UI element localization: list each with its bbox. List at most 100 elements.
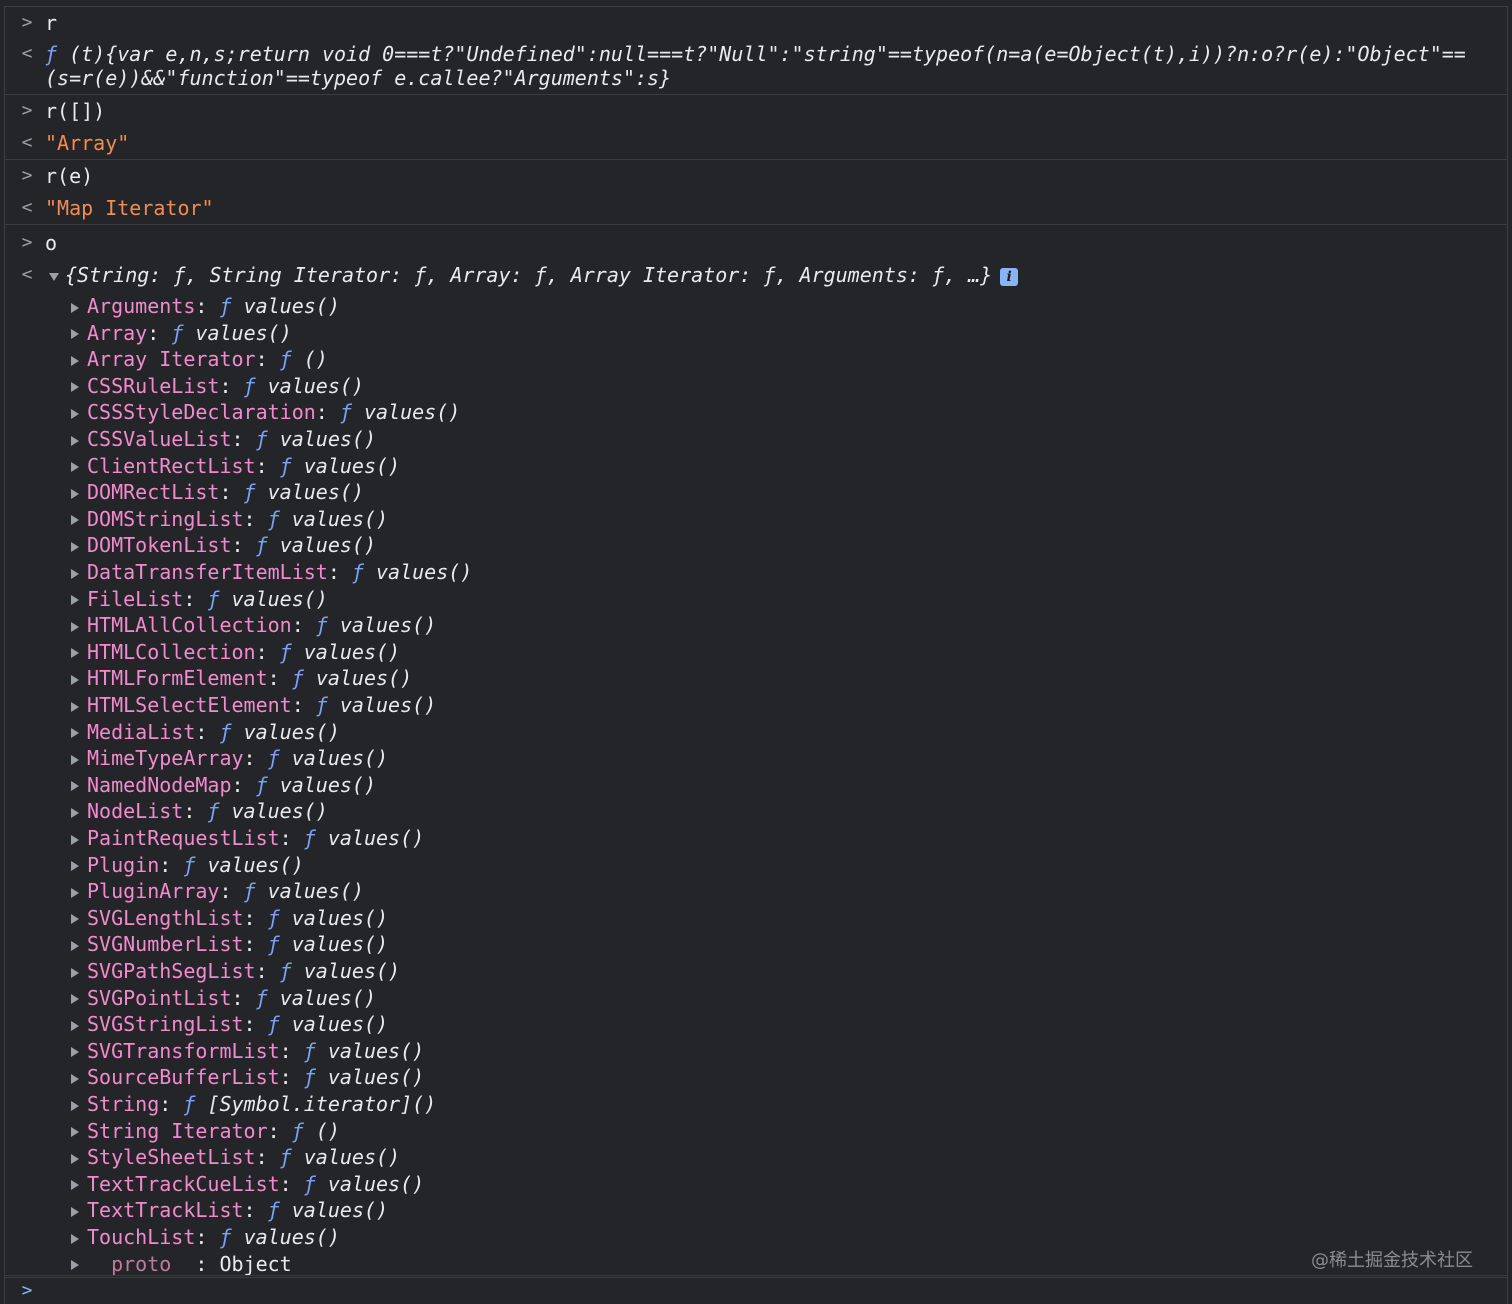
triangle-right-icon[interactable] [71, 541, 79, 552]
triangle-right-icon[interactable] [71, 1100, 79, 1111]
console-input-text[interactable]: o [45, 227, 57, 259]
property-row[interactable]: TextTrackList: ƒ values() [71, 1197, 388, 1224]
triangle-right-icon[interactable] [71, 754, 79, 765]
property-key: CSSValueList [87, 427, 232, 451]
function-name: () [303, 347, 328, 372]
property-row[interactable]: HTMLCollection: ƒ values() [71, 639, 400, 666]
property-row[interactable]: DOMStringList: ƒ values() [71, 506, 388, 533]
proto-row[interactable]: __proto__: Object [71, 1251, 292, 1278]
triangle-right-icon[interactable] [71, 834, 79, 845]
object-summary-line: < {String: ƒ, String Iterator: ƒ, Array:… [5, 259, 1507, 291]
property-row[interactable]: DOMTokenList: ƒ values() [71, 532, 376, 559]
property-row[interactable]: MediaList: ƒ values() [71, 719, 340, 746]
console-input-line: > r(e) [5, 160, 1507, 192]
triangle-right-icon[interactable] [71, 329, 79, 340]
property-row[interactable]: SVGTransformList: ƒ values() [71, 1038, 424, 1065]
triangle-right-icon[interactable] [71, 595, 79, 606]
property-row[interactable]: NodeList: ƒ values() [71, 798, 328, 825]
property-row[interactable]: String Iterator: ƒ () [71, 1118, 340, 1145]
property-row[interactable]: CSSRuleList: ƒ values() [71, 373, 364, 400]
property-key: HTMLFormElement [87, 666, 268, 691]
triangle-right-icon[interactable] [71, 621, 79, 632]
output-prompt-icon: < [21, 132, 33, 153]
property-row[interactable]: SVGNumberList: ƒ values() [71, 931, 388, 958]
property-row[interactable]: TextTrackCueList: ƒ values() [71, 1171, 424, 1198]
property-row[interactable]: ClientRectList: ƒ values() [71, 453, 400, 480]
property-row[interactable]: TouchList: ƒ values() [71, 1224, 340, 1251]
property-row[interactable]: Arguments: ƒ values() [71, 293, 340, 320]
property-row[interactable]: PaintRequestList: ƒ values() [71, 825, 424, 852]
property-row[interactable]: Plugin: ƒ values() [71, 852, 304, 879]
function-f-symbol: ƒ [291, 1118, 316, 1143]
triangle-right-icon[interactable] [71, 648, 79, 659]
triangle-right-icon[interactable] [71, 1206, 79, 1217]
string-output[interactable]: "Array" [45, 127, 129, 159]
triangle-right-icon[interactable] [71, 302, 79, 313]
output-prompt-icon: < [21, 264, 33, 285]
property-row[interactable]: NamedNodeMap: ƒ values() [71, 772, 376, 799]
console-input-text[interactable]: r [45, 7, 57, 39]
property-row[interactable]: DOMRectList: ƒ values() [71, 479, 364, 506]
function-output[interactable]: ƒ (t){var e,n,s;return void 0===t?"Undef… [45, 42, 1466, 66]
info-icon[interactable]: i [1000, 267, 1019, 286]
property-row[interactable]: Array Iterator: ƒ () [71, 346, 328, 373]
triangle-right-icon[interactable] [71, 967, 79, 978]
property-row[interactable]: SVGLengthList: ƒ values() [71, 905, 388, 932]
property-row[interactable]: HTMLFormElement: ƒ values() [71, 665, 412, 692]
triangle-right-icon[interactable] [71, 568, 79, 579]
property-row[interactable]: SourceBufferList: ƒ values() [71, 1064, 424, 1091]
triangle-right-icon[interactable] [71, 781, 79, 792]
property-row[interactable]: SVGPathSegList: ƒ values() [71, 958, 400, 985]
property-row[interactable]: SVGStringList: ƒ values() [71, 1011, 388, 1038]
property-row[interactable]: CSSStyleDeclaration: ƒ values() [71, 399, 460, 426]
function-f-symbol: ƒ [243, 480, 268, 505]
triangle-right-icon[interactable] [71, 994, 79, 1005]
triangle-right-icon[interactable] [71, 887, 79, 898]
console-input-line: > o [5, 227, 1507, 259]
triangle-right-icon[interactable] [71, 462, 79, 473]
property-row[interactable]: HTMLSelectElement: ƒ values() [71, 692, 436, 719]
triangle-right-icon[interactable] [71, 1127, 79, 1138]
triangle-right-icon[interactable] [71, 408, 79, 419]
triangle-right-icon[interactable] [71, 1020, 79, 1031]
property-row[interactable]: MimeTypeArray: ƒ values() [71, 745, 388, 772]
property-row[interactable]: DataTransferItemList: ƒ values() [71, 559, 472, 586]
colon-separator: : [291, 693, 316, 717]
console-prompt[interactable]: > [5, 1275, 1507, 1304]
triangle-right-icon[interactable] [71, 807, 79, 818]
triangle-right-icon[interactable] [71, 1153, 79, 1164]
colon-separator: : [315, 400, 340, 425]
triangle-right-icon[interactable] [71, 701, 79, 712]
triangle-right-icon[interactable] [71, 1073, 79, 1084]
triangle-right-icon[interactable] [71, 728, 79, 739]
triangle-right-icon[interactable] [71, 435, 79, 446]
triangle-right-icon[interactable] [71, 674, 79, 685]
triangle-right-icon[interactable] [71, 355, 79, 366]
triangle-right-icon[interactable] [71, 515, 79, 526]
property-row[interactable]: String: ƒ [Symbol.iterator]() [71, 1091, 436, 1118]
function-f-symbol: ƒ [267, 1198, 292, 1223]
triangle-right-icon[interactable] [71, 488, 79, 499]
console-input-text[interactable]: r(e) [45, 160, 93, 192]
property-row[interactable]: Array: ƒ values() [71, 320, 292, 347]
triangle-right-icon[interactable] [71, 1047, 79, 1058]
console-input-text[interactable]: r([]) [45, 95, 105, 127]
string-output[interactable]: "Map Iterator" [45, 192, 214, 224]
triangle-right-icon[interactable] [71, 940, 79, 951]
property-row[interactable]: SVGPointList: ƒ values() [71, 985, 376, 1012]
object-summary[interactable]: {String: ƒ, String Iterator: ƒ, Array: ƒ… [49, 259, 1019, 291]
triangle-down-icon[interactable] [49, 272, 59, 281]
property-row[interactable]: PluginArray: ƒ values() [71, 878, 364, 905]
property-row[interactable]: StyleSheetList: ƒ values() [71, 1144, 400, 1171]
triangle-right-icon[interactable] [71, 1260, 79, 1271]
triangle-right-icon[interactable] [71, 914, 79, 925]
triangle-right-icon[interactable] [71, 382, 79, 393]
triangle-right-icon[interactable] [71, 861, 79, 872]
triangle-right-icon[interactable] [71, 1233, 79, 1244]
property-row[interactable]: HTMLAllCollection: ƒ values() [71, 612, 436, 639]
triangle-right-icon[interactable] [71, 1180, 79, 1191]
console-output-line: < "Array" [5, 127, 1507, 159]
property-row[interactable]: FileList: ƒ values() [71, 586, 328, 613]
property-row[interactable]: CSSValueList: ƒ values() [71, 426, 376, 453]
colon-separator: : [279, 1171, 304, 1196]
